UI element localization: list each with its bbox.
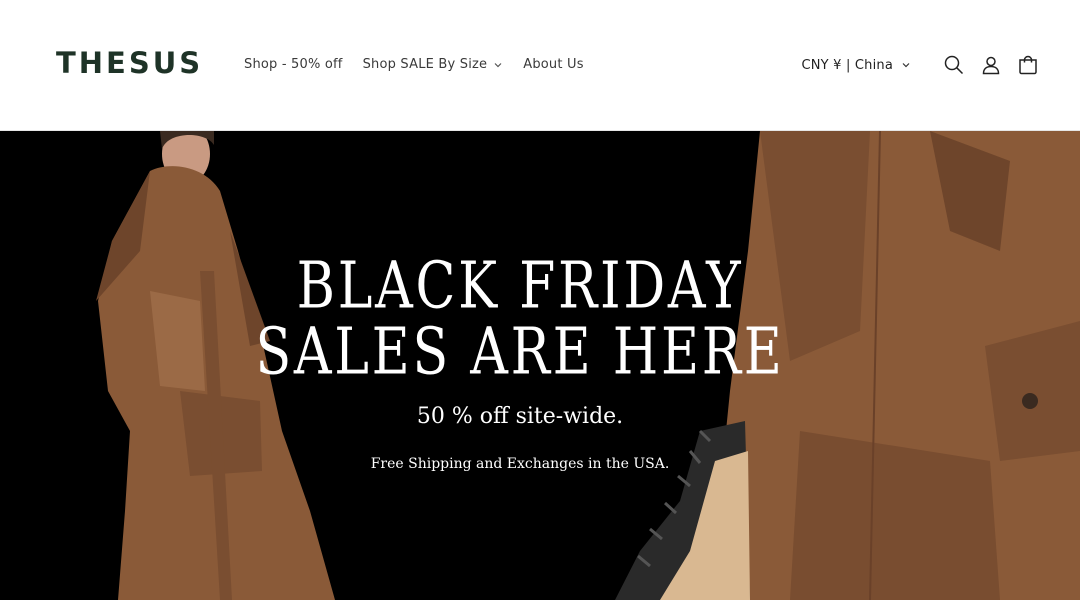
site-header: THESUS Shop - 50% off Shop SALE By Size … <box>0 0 1080 131</box>
hero-banner[interactable]: BLACK FRIDAY SALES ARE HERE 50 % off sit… <box>0 131 1080 600</box>
main-nav: Shop - 50% off Shop SALE By Size About U… <box>244 56 584 74</box>
nav-item-label: Shop - 50% off <box>244 57 343 72</box>
search-button[interactable] <box>940 51 968 79</box>
account-button[interactable] <box>977 51 1005 79</box>
hero-headline-line-1: BLACK FRIDAY <box>296 246 744 324</box>
cart-button[interactable] <box>1014 51 1042 79</box>
hero-subheadline: 50 % off site-wide. <box>416 404 624 429</box>
nav-item-shop-sale-by-size[interactable]: Shop SALE By Size <box>363 56 504 74</box>
nav-item-about-us[interactable]: About Us <box>523 56 583 74</box>
boot-illustration <box>615 421 750 600</box>
nav-item-shop-50-off[interactable]: Shop - 50% off <box>244 56 343 74</box>
cart-icon <box>1019 55 1037 75</box>
search-icon <box>944 55 964 75</box>
chevron-down-icon <box>494 63 502 68</box>
hero-shipping-note: Free Shipping and Exchanges in the USA. <box>370 456 670 472</box>
nav-item-label: Shop SALE By Size <box>362 57 488 72</box>
nav-item-label: About Us <box>523 57 584 72</box>
chevron-down-icon <box>902 63 910 68</box>
hero-headline-line-2: SALES ARE HERE <box>255 312 785 390</box>
brand-logo[interactable]: THESUS <box>56 46 203 81</box>
country-selector[interactable]: CNY ¥ | China <box>801 58 911 73</box>
country-label: CNY ¥ | China <box>801 57 893 73</box>
header-tools: CNY ¥ | China <box>801 51 1042 79</box>
account-icon <box>982 56 1000 75</box>
